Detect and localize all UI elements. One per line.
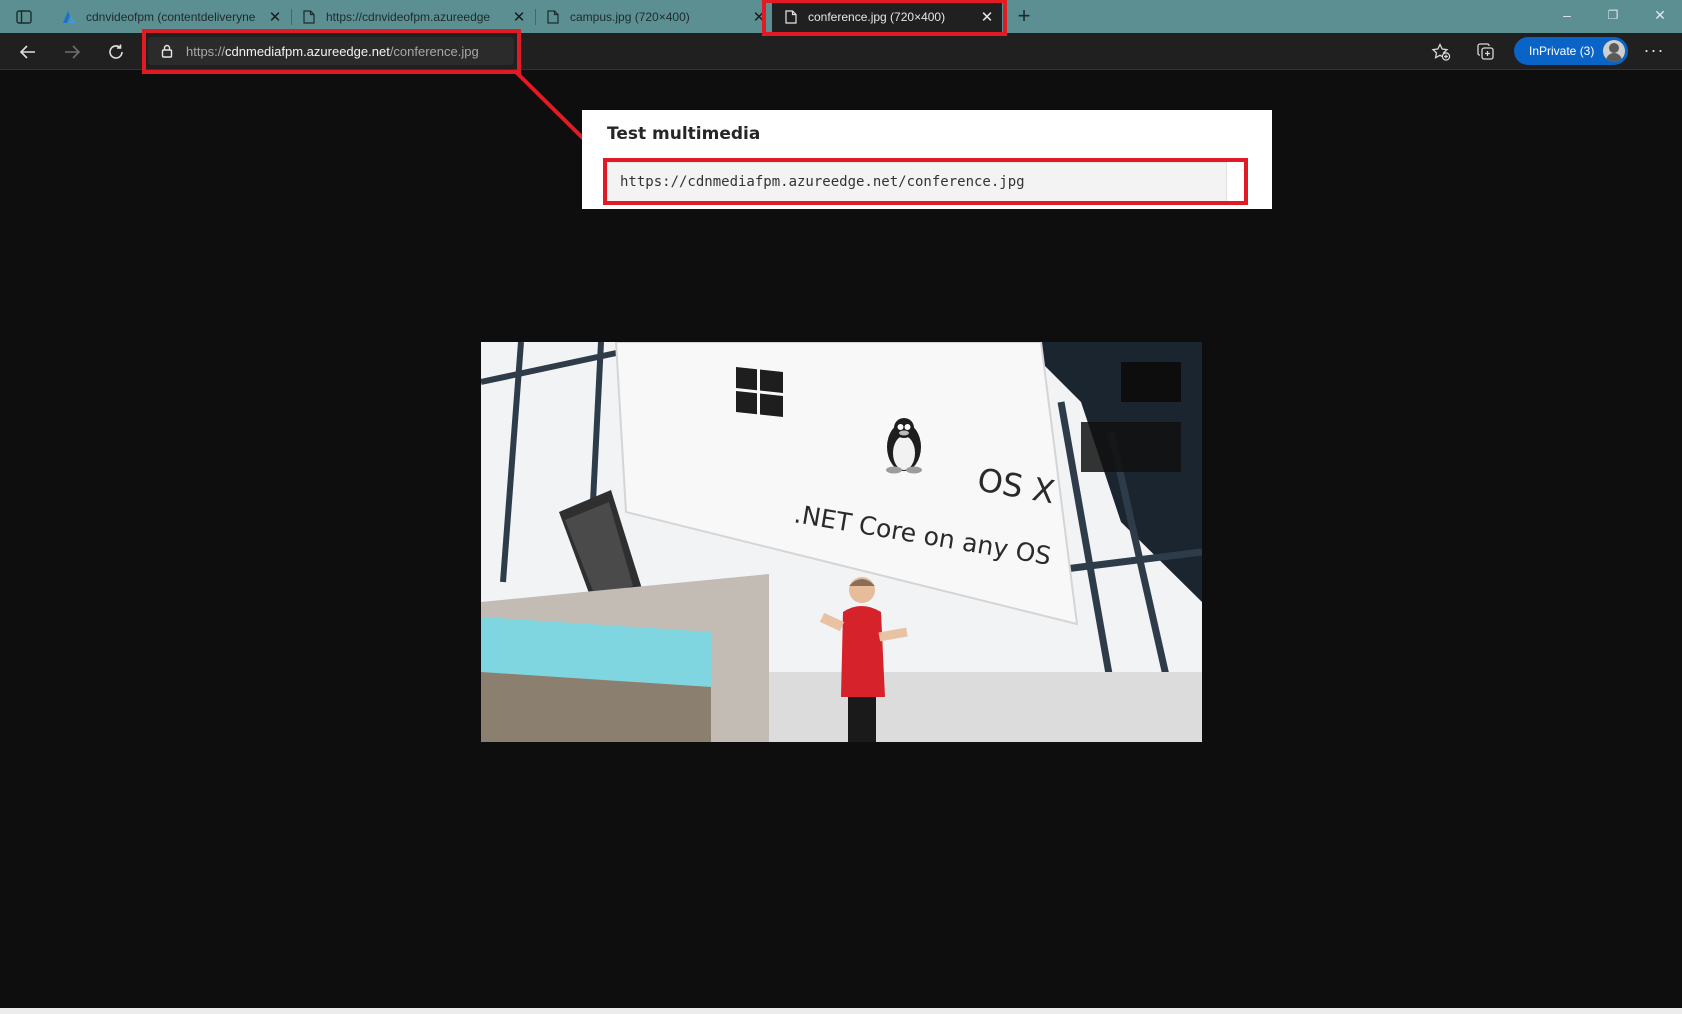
test-url-field[interactable]: https://cdnmediafpm.azureedge.net/confer… [607, 162, 1227, 202]
test-multimedia-callout: Test multimedia https://cdnmediafpm.azur… [582, 110, 1272, 209]
conference-photo: OS X .NET Core on any OS [481, 342, 1202, 742]
callout-title: Test multimedia [607, 124, 761, 144]
window-bottom-edge [0, 1008, 1682, 1014]
